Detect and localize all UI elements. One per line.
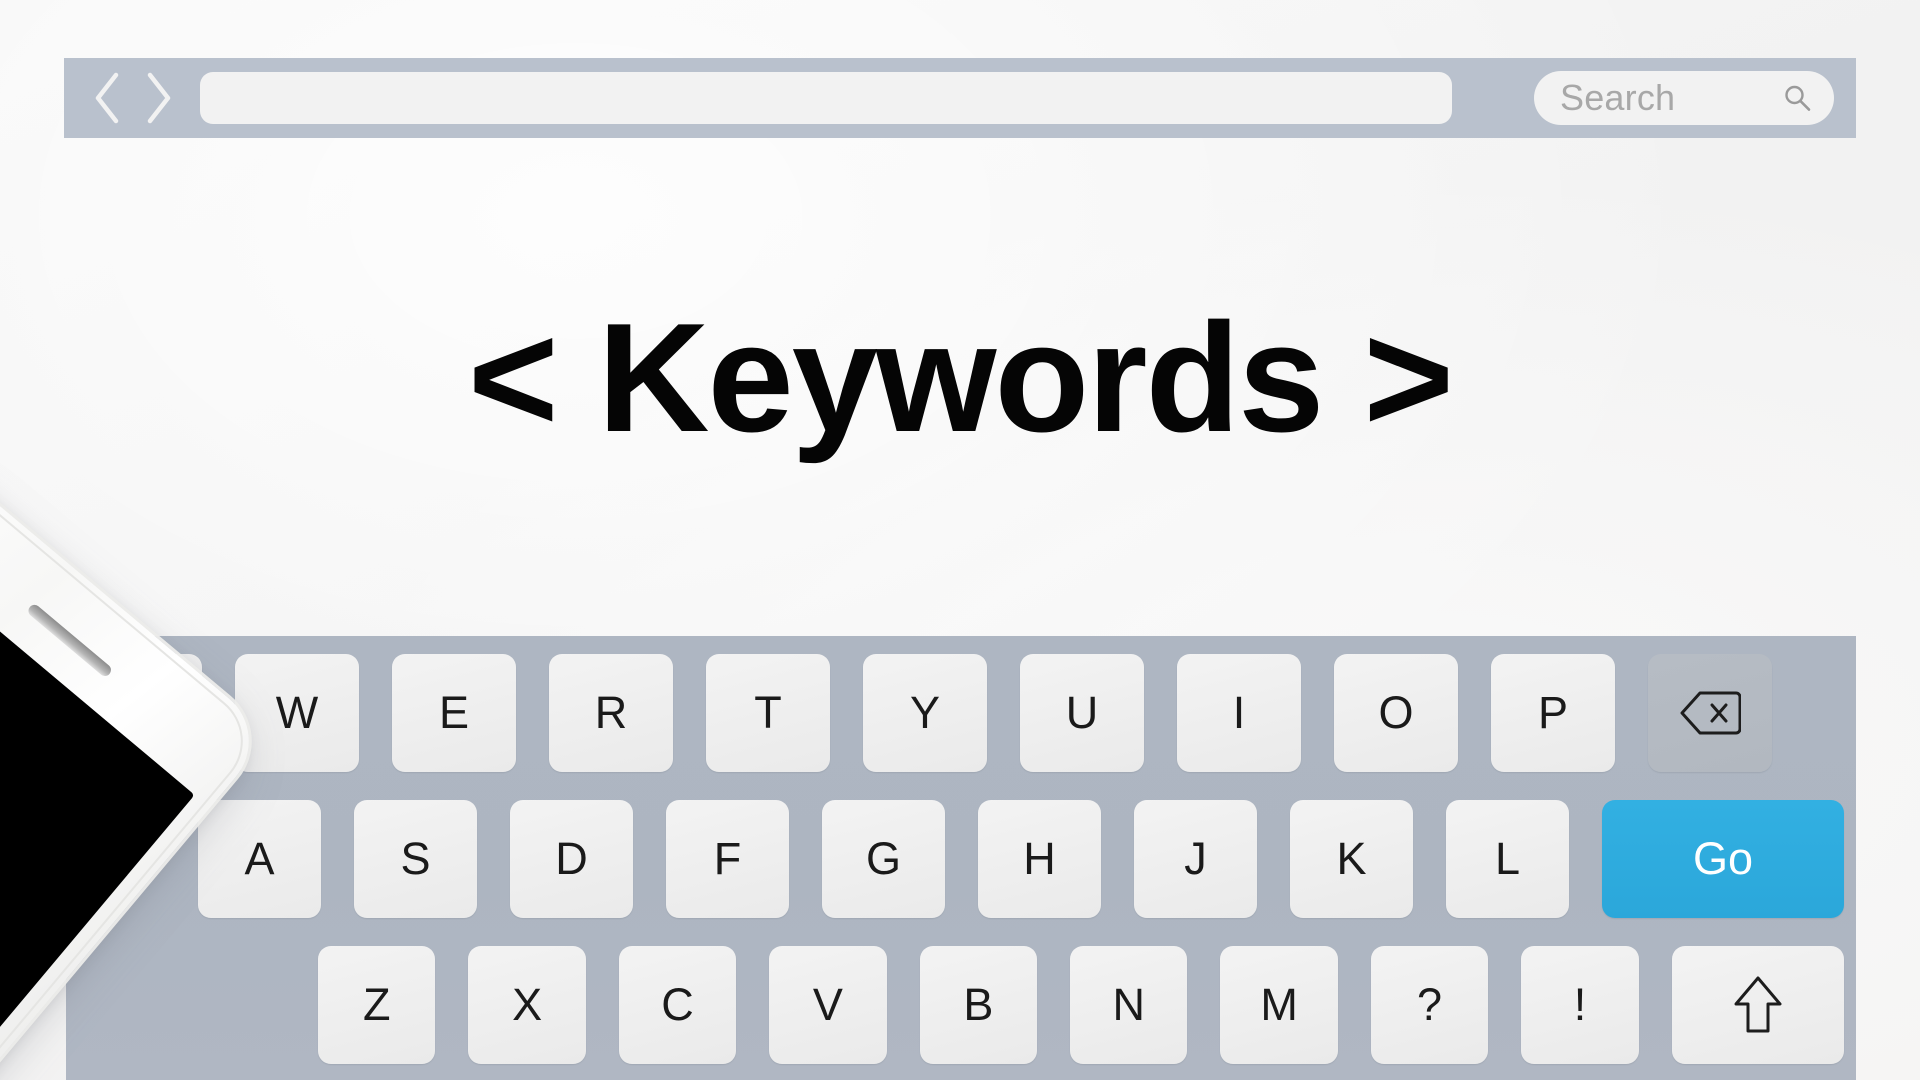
url-input[interactable]	[200, 72, 1452, 124]
key-f[interactable]: F	[666, 800, 789, 918]
backspace-delete-icon	[1679, 690, 1741, 736]
onscreen-keyboard: Q W E R T Y U I O P A S D F G H J K L G	[66, 636, 1856, 1080]
key-go[interactable]: Go	[1602, 800, 1845, 918]
key-exclamation-mark[interactable]: !	[1521, 946, 1639, 1064]
key-j[interactable]: J	[1134, 800, 1257, 918]
key-x[interactable]: X	[468, 946, 586, 1064]
key-y[interactable]: Y	[863, 654, 987, 772]
key-a[interactable]: A	[198, 800, 321, 918]
magnifying-glass-icon	[1782, 83, 1812, 113]
page-title: < Keywords >	[468, 291, 1454, 464]
keyboard-row-qwerty: Q W E R T Y U I O P	[78, 654, 1844, 772]
key-s[interactable]: S	[354, 800, 477, 918]
key-u[interactable]: U	[1020, 654, 1144, 772]
key-backspace[interactable]	[1648, 654, 1772, 772]
key-t[interactable]: T	[706, 654, 830, 772]
key-p[interactable]: P	[1491, 654, 1615, 772]
navigation-arrows	[92, 72, 174, 124]
key-h[interactable]: H	[978, 800, 1101, 918]
key-n[interactable]: N	[1070, 946, 1188, 1064]
key-z[interactable]: Z	[318, 946, 436, 1064]
chevron-right-icon[interactable]	[144, 72, 174, 124]
search-input[interactable]: Search	[1534, 71, 1834, 125]
key-l[interactable]: L	[1446, 800, 1569, 918]
keyboard-row-home: A S D F G H J K L Go	[78, 800, 1845, 918]
shift-arrow-up-icon	[1733, 974, 1783, 1036]
key-k[interactable]: K	[1290, 800, 1413, 918]
key-e[interactable]: E	[392, 654, 516, 772]
key-question-mark[interactable]: ?	[1370, 946, 1489, 1064]
key-i[interactable]: I	[1177, 654, 1301, 772]
key-r[interactable]: R	[549, 654, 673, 772]
chevron-left-icon[interactable]	[92, 72, 122, 124]
key-w[interactable]: W	[235, 654, 359, 772]
key-v[interactable]: V	[769, 946, 887, 1064]
keyboard-row-bottom: Z X C V B N M ? !	[78, 946, 1844, 1064]
browser-toolbar: Search	[64, 58, 1856, 138]
search-placeholder-text: Search	[1560, 77, 1676, 118]
key-o[interactable]: O	[1334, 654, 1458, 772]
key-shift[interactable]	[1671, 946, 1844, 1064]
key-b[interactable]: B	[919, 946, 1038, 1064]
key-g[interactable]: G	[822, 800, 945, 918]
key-c[interactable]: C	[618, 946, 737, 1064]
key-m[interactable]: M	[1220, 946, 1338, 1064]
key-d[interactable]: D	[510, 800, 633, 918]
